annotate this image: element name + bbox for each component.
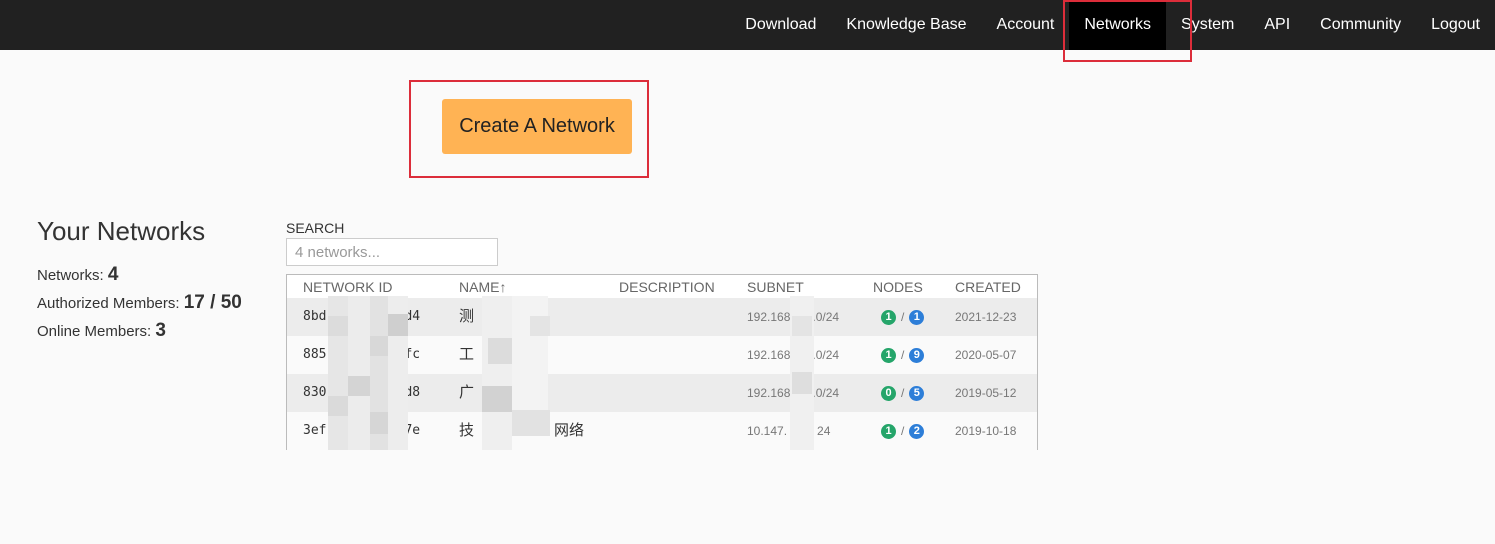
col-name[interactable]: NAME↑	[459, 279, 506, 295]
subnet-cell: 192.168.0/24	[747, 386, 840, 400]
col-created[interactable]: CREATED	[955, 279, 1021, 295]
network-id-cell[interactable]: 8bd d4	[303, 298, 420, 336]
online-members-label: Online Members:	[37, 323, 152, 340]
nav-account[interactable]: Account	[982, 0, 1070, 50]
page-title: Your Networks	[37, 216, 206, 246]
table-header: NETWORK ID NAME↑ DESCRIPTION SUBNET NODE…	[287, 275, 1037, 298]
col-description[interactable]: DESCRIPTION	[619, 279, 715, 295]
nav-download[interactable]: Download	[730, 0, 831, 50]
network-id-cell[interactable]: 3ef 7e	[303, 412, 420, 450]
subnet-cell: 10.147. 24	[747, 424, 831, 438]
networks-count-label: Networks:	[37, 267, 104, 284]
table-row[interactable]: 8bd d4 测 192.168.0/24 1/1 2021-12-23	[287, 298, 1037, 336]
nodes-cell: 1/2	[881, 412, 925, 450]
networks-table: NETWORK ID NAME↑ DESCRIPTION SUBNET NODE…	[286, 274, 1038, 450]
network-stats: Your Networks Networks: 4 Authorized Mem…	[37, 216, 242, 345]
networks-count-value: 4	[107, 264, 119, 285]
total-nodes-badge: 2	[909, 423, 925, 439]
online-nodes-badge: 1	[881, 309, 896, 325]
authorized-members-value: 17 / 50	[183, 292, 242, 313]
col-nodes[interactable]: NODES	[873, 279, 923, 295]
top-navbar: Download Knowledge Base Account Networks…	[0, 0, 1495, 50]
nav-logout[interactable]: Logout	[1416, 0, 1495, 50]
nodes-cell: 1/9	[881, 336, 925, 374]
total-nodes-badge: 5	[909, 385, 925, 401]
online-nodes-badge: 1	[881, 423, 896, 439]
search-input[interactable]	[286, 238, 498, 266]
nodes-cell: 0/5	[881, 374, 925, 412]
created-cell: 2019-10-18	[955, 424, 1017, 438]
networks-count: Networks: 4	[37, 261, 242, 289]
network-name-cell[interactable]: 广	[459, 374, 474, 412]
main-nav: Download Knowledge Base Account Networks…	[730, 0, 1495, 50]
authorized-members-label: Authorized Members:	[37, 295, 180, 312]
create-network-button[interactable]: Create A Network	[442, 99, 632, 154]
total-nodes-badge: 9	[909, 347, 925, 363]
online-nodes-badge: 1	[881, 347, 896, 363]
network-name-cell[interactable]: 工	[459, 336, 474, 374]
network-name-cell[interactable]: 技网络	[459, 412, 584, 450]
authorized-members: Authorized Members: 17 / 50	[37, 289, 242, 317]
online-nodes-badge: 0	[881, 385, 896, 401]
col-subnet[interactable]: SUBNET	[747, 279, 804, 295]
table-row[interactable]: 3ef 7e 技网络 10.147. 24 1/2 2019-10-18	[287, 412, 1037, 450]
nav-networks[interactable]: Networks	[1069, 0, 1167, 50]
network-id-cell[interactable]: 830 d8	[303, 374, 420, 412]
col-network-id[interactable]: NETWORK ID	[303, 279, 392, 295]
subnet-cell: 192.168.0/24	[747, 310, 840, 324]
table-row[interactable]: 830 d8 广 192.168.0/24 0/5 2019-05-12	[287, 374, 1037, 412]
network-id-cell[interactable]: 885 fc	[303, 336, 420, 374]
table-row[interactable]: 885 fc 工 192.168.0/24 1/9 2020-05-07	[287, 336, 1037, 374]
search-label: SEARCH	[286, 220, 345, 236]
nav-system[interactable]: System	[1166, 0, 1249, 50]
online-members: Online Members: 3	[37, 317, 242, 345]
nav-community[interactable]: Community	[1305, 0, 1416, 50]
nodes-cell: 1/1	[881, 298, 925, 336]
created-cell: 2021-12-23	[955, 310, 1017, 324]
total-nodes-badge: 1	[909, 309, 925, 325]
subnet-cell: 192.168.0/24	[747, 348, 840, 362]
online-members-value: 3	[155, 320, 166, 341]
network-name-cell[interactable]: 测	[459, 298, 474, 336]
created-cell: 2020-05-07	[955, 348, 1017, 362]
created-cell: 2019-05-12	[955, 386, 1017, 400]
nav-knowledge-base[interactable]: Knowledge Base	[831, 0, 981, 50]
nav-api[interactable]: API	[1249, 0, 1305, 50]
